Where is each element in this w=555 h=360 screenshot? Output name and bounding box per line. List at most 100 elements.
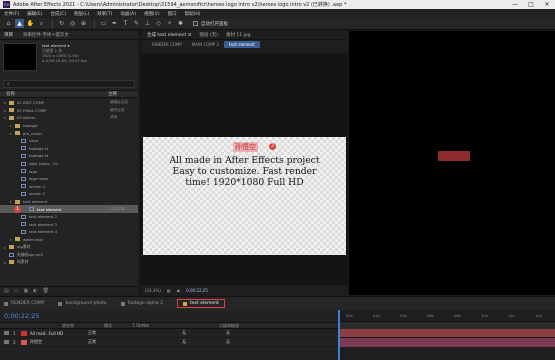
layer-trkmat[interactable]: 无: [182, 330, 186, 336]
tl-tab-footage-alpha[interactable]: footage alpha 2: [120, 301, 163, 306]
col-source-name[interactable]: 源名称: [62, 323, 74, 329]
track-bar-1[interactable]: [338, 329, 555, 338]
project-item[interactable]: logo mask: [0, 175, 138, 183]
tab-composition[interactable]: 合成 text element ≡: [147, 32, 192, 38]
pan-tool-icon[interactable]: ⊕: [79, 19, 88, 28]
layer-label-color[interactable]: [21, 339, 27, 345]
col-mode[interactable]: 模式: [104, 323, 112, 329]
tab-project[interactable]: 项目: [4, 32, 13, 38]
project-item[interactable]: ▸ 01 EDIT COMP 编辑此合成: [0, 99, 138, 107]
roto-tool-icon[interactable]: ✧: [165, 19, 174, 28]
new-folder-icon[interactable]: ▭: [14, 288, 19, 294]
project-item[interactable]: ▸ pig素材: [0, 243, 138, 251]
menu-view[interactable]: 视图(V): [144, 11, 160, 17]
col-parent[interactable]: 父级和链接: [219, 323, 239, 329]
menu-edit[interactable]: 编辑(E): [27, 11, 42, 17]
project-item[interactable]: ▸ 纯素材: [0, 258, 138, 266]
menu-composition[interactable]: 合成(C): [50, 11, 66, 17]
tl-tab-background-photo[interactable]: background photo: [58, 301, 107, 306]
project-item[interactable]: footage fx: [0, 152, 138, 160]
camera-tool-icon[interactable]: ◎: [68, 19, 77, 28]
menu-file[interactable]: 文件(F): [4, 11, 19, 17]
color-depth-icon[interactable]: ◐: [33, 288, 37, 294]
project-item[interactable]: ▸ watercolor: [0, 236, 138, 244]
project-item[interactable]: color: [0, 137, 138, 145]
project-item[interactable]: ▸ text element: [0, 198, 138, 206]
type-tool-icon[interactable]: T: [121, 19, 130, 28]
menu-animation[interactable]: 动画(A): [120, 11, 136, 17]
col-trkmat[interactable]: T TrkMat: [132, 323, 149, 328]
project-item[interactable]: text element 3: [0, 221, 138, 229]
layer-parent[interactable]: 无: [226, 330, 230, 336]
eraser-tool-icon[interactable]: ◇: [154, 19, 163, 28]
layer-mode[interactable]: 正常: [88, 339, 112, 345]
delete-icon[interactable]: 🗑: [43, 288, 49, 294]
layer-trkmat[interactable]: 无: [182, 339, 186, 345]
layer-name[interactable]: 孙悟空: [30, 339, 82, 345]
tl-tab-render-comp[interactable]: RENDER COMP: [4, 301, 44, 306]
interpret-footage-icon[interactable]: ▤: [4, 288, 9, 294]
tab-effect-controls[interactable]: 效果控件 字体+提示文: [23, 32, 69, 38]
layer-row-1[interactable]: 1 All mad...Full HD 正常 无 无: [0, 329, 338, 338]
project-search-input[interactable]: ⌕: [3, 80, 135, 88]
tl-tab-text-element[interactable]: text element: [176, 299, 225, 308]
layer-name[interactable]: All mad...Full HD: [30, 331, 82, 336]
viewer-timecode[interactable]: 0;00;22;25: [186, 288, 208, 293]
close-icon[interactable]: ✕: [539, 1, 555, 8]
pen-tool-icon[interactable]: ✒: [110, 19, 119, 28]
column-name[interactable]: 名称: [6, 91, 108, 97]
brush-tool-icon[interactable]: ✎: [132, 19, 141, 28]
menu-help[interactable]: 帮助(H): [185, 11, 201, 17]
camera-snapshot-icon[interactable]: ◉: [177, 288, 181, 293]
stamp-tool-icon[interactable]: ⊥: [143, 19, 152, 28]
rectangle-tool-icon[interactable]: ▭: [99, 19, 108, 28]
project-item[interactable]: ▸ pre_comp: [0, 129, 138, 137]
crumb-render-comp[interactable]: RENDER COMP: [147, 41, 187, 48]
new-comp-icon[interactable]: ▣: [23, 288, 28, 294]
project-item[interactable]: screen 1: [0, 183, 138, 191]
layer-label-color[interactable]: [21, 330, 27, 336]
zoom-tool-icon[interactable]: ⌕: [37, 19, 46, 28]
visibility-icon[interactable]: [4, 340, 9, 344]
work-area-bar[interactable]: [338, 322, 555, 329]
project-item[interactable]: screen 2: [0, 190, 138, 198]
home-icon[interactable]: ⌂: [4, 19, 13, 28]
project-item[interactable]: ▸ 03 others 其他: [0, 114, 138, 122]
hand-tool-icon[interactable]: ✋: [26, 19, 35, 28]
minimize-icon[interactable]: —: [507, 1, 523, 8]
auto-open-checkbox[interactable]: [193, 21, 198, 26]
timeline-timecode[interactable]: 0;00;22;25: [4, 312, 40, 320]
puppet-tool-icon[interactable]: ✱: [176, 19, 185, 28]
chinese-name-layer[interactable]: 孙悟空: [233, 142, 258, 152]
tab-footage[interactable]: 素材 11.jpg: [226, 32, 251, 38]
project-item[interactable]: text element 2: [0, 213, 138, 221]
time-ruler[interactable]: 00s 02s 04s 06s 08s 10s 12s 14s: [338, 310, 555, 322]
menu-effect[interactable]: 效果(T): [97, 11, 112, 17]
selection-tool-icon[interactable]: ▲: [15, 19, 24, 28]
crumb-main-comp[interactable]: MAIN COMP 2: [187, 41, 224, 48]
layer-row-2[interactable]: 2 孙悟空 正常 无 无: [0, 338, 338, 347]
column-note[interactable]: 注释: [108, 91, 138, 97]
layer-parent[interactable]: 无: [226, 339, 230, 345]
project-item[interactable]: ▸ 02 FINAL COMP 最终合成: [0, 107, 138, 115]
tab-layer[interactable]: 图层 (无): [200, 32, 218, 38]
menu-window[interactable]: 窗口: [168, 11, 177, 17]
text-layer-body[interactable]: All made in After Effects project Easy t…: [143, 155, 346, 188]
crumb-text-element[interactable]: text element: [224, 41, 260, 48]
project-item[interactable]: light Leaks - 01: [0, 160, 138, 168]
layer-mode[interactable]: 正常: [88, 330, 112, 336]
project-item[interactable]: footage fx: [0, 145, 138, 153]
visibility-icon[interactable]: [4, 331, 9, 335]
comp-canvas[interactable]: 孙悟空 2 All made in After Effects project …: [143, 137, 346, 255]
project-item[interactable]: 1 text element 介绍文案: [0, 205, 138, 213]
project-item[interactable]: ▸ footage: [0, 122, 138, 130]
rotate-tool-icon[interactable]: ↻: [57, 19, 66, 28]
playhead[interactable]: [338, 310, 340, 360]
zoom-select[interactable]: (24.3%): [145, 288, 161, 293]
track-bar-2[interactable]: [338, 338, 555, 347]
viewer-stage[interactable]: 孙悟空 2 All made in After Effects project …: [141, 53, 348, 284]
maximize-icon[interactable]: □: [523, 1, 539, 8]
project-item[interactable]: 先随机bg.mp3: [0, 251, 138, 259]
project-item[interactable]: text element 4: [0, 228, 138, 236]
grid-icon[interactable]: ▦: [167, 288, 171, 293]
